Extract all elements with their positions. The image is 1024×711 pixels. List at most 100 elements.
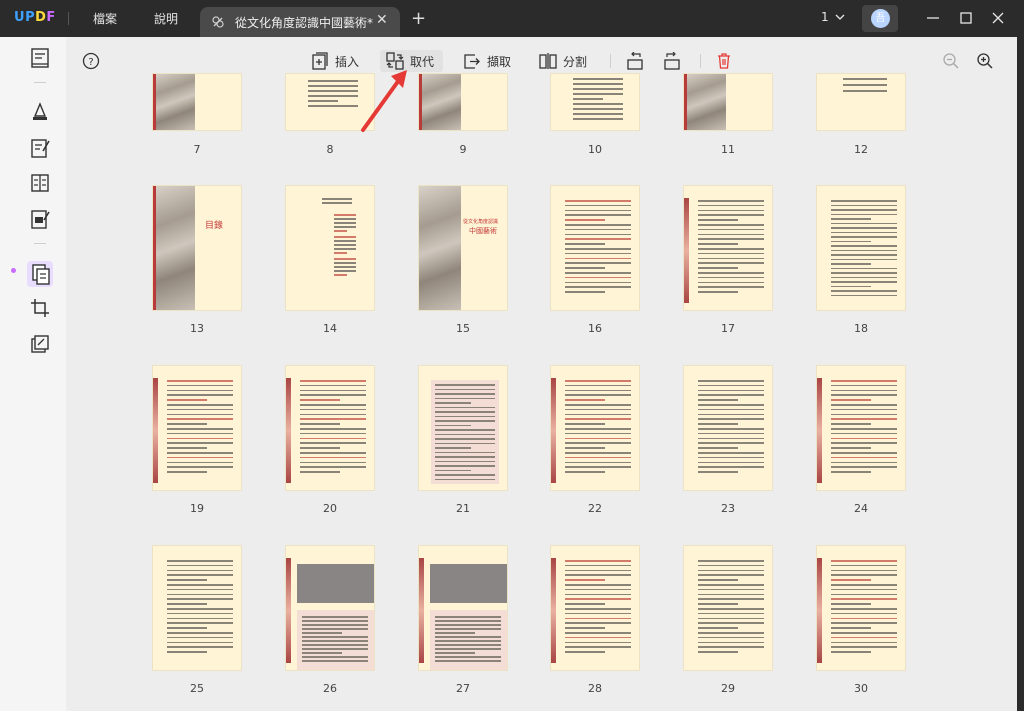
red-spine	[684, 74, 687, 130]
page-number-label: 25	[190, 682, 204, 695]
text-line	[300, 384, 366, 387]
text-line	[698, 603, 738, 605]
text-line	[565, 569, 631, 572]
extract-button[interactable]: 擷取	[463, 51, 518, 71]
page-thumbnail[interactable]: 從文化角度認識 中國藝術	[419, 186, 507, 310]
text-line	[565, 579, 605, 581]
trash-icon[interactable]	[715, 52, 733, 70]
form-icon[interactable]	[29, 172, 51, 194]
text-line	[698, 399, 738, 401]
text-line	[300, 418, 366, 420]
edit-pdf-icon[interactable]	[29, 137, 51, 159]
page-number-label: 11	[721, 143, 735, 156]
page-number-label: 10	[588, 143, 602, 156]
rotate-right-icon[interactable]	[663, 52, 681, 70]
page-thumbnail[interactable]	[551, 186, 639, 310]
tab-close-icon[interactable]: ✕	[376, 12, 388, 28]
page-indicator[interactable]: 1	[821, 10, 829, 24]
comment-highlighter-icon[interactable]	[29, 100, 51, 122]
page-thumbnail[interactable]	[286, 186, 374, 310]
maximize-icon[interactable]	[959, 11, 973, 25]
text-line	[565, 588, 631, 591]
text-line	[435, 652, 475, 654]
page-thumbnail[interactable]	[286, 366, 374, 490]
reader-icon[interactable]	[29, 47, 51, 69]
page-thumbnail[interactable]	[419, 546, 507, 670]
new-tab-icon[interactable]: +	[411, 8, 426, 29]
page-thumbnail[interactable]	[684, 546, 772, 670]
contents-title: 目錄	[205, 221, 224, 231]
chevron-down-icon[interactable]	[835, 12, 845, 22]
text-line	[300, 466, 366, 468]
menu-file[interactable]: 檔案	[93, 10, 117, 27]
text-line	[435, 616, 501, 618]
text-line	[698, 432, 764, 435]
page-thumbnail[interactable]	[817, 546, 905, 670]
crop-icon[interactable]	[29, 297, 51, 319]
page-thumbnail[interactable]: 目錄	[153, 186, 241, 310]
text-line	[302, 644, 368, 646]
text-line	[573, 108, 623, 110]
zoom-in-icon[interactable]	[976, 52, 994, 70]
document-link-icon	[212, 16, 224, 28]
page-thumbnail[interactable]	[684, 366, 772, 490]
text-line	[831, 204, 897, 206]
text-line	[334, 218, 356, 220]
zoom-out-icon[interactable]	[942, 52, 960, 70]
text-line	[435, 393, 495, 395]
page-thumbnail[interactable]	[551, 366, 639, 490]
organize-pages-icon[interactable]	[29, 263, 51, 285]
user-account[interactable]: 吾	[862, 5, 898, 32]
batch-tools-icon[interactable]	[29, 333, 51, 355]
page-thumbnail[interactable]	[153, 546, 241, 670]
text-line	[334, 236, 356, 238]
text-line	[435, 451, 495, 453]
text-line	[167, 466, 233, 468]
page-thumbnail[interactable]	[684, 74, 772, 130]
text-line	[435, 447, 471, 449]
page-thumbnail[interactable]	[419, 366, 507, 490]
text-line	[300, 447, 340, 449]
text-line	[831, 285, 871, 287]
help-icon[interactable]: ?	[82, 52, 100, 70]
page-thumbnail[interactable]	[153, 74, 241, 130]
page-thumbnail[interactable]	[551, 74, 639, 130]
text-line	[300, 428, 366, 430]
text-line	[698, 636, 764, 639]
page-thumbnail[interactable]	[817, 74, 905, 130]
text-line	[565, 267, 605, 269]
page-thumbnail[interactable]	[153, 366, 241, 490]
page-thumbnail[interactable]	[286, 546, 374, 670]
menu-help[interactable]: 說明	[154, 10, 178, 27]
text-line	[308, 95, 358, 97]
document-tab[interactable]: 從文化角度認識中國藝術* ✕	[200, 7, 400, 37]
page-thumbnail[interactable]	[684, 186, 772, 310]
text-line	[831, 627, 871, 629]
page-number-label: 7	[193, 143, 201, 156]
text-line	[831, 394, 897, 396]
text-line	[565, 636, 631, 639]
text-line	[698, 404, 764, 406]
text-line	[435, 644, 501, 646]
text-line	[565, 598, 631, 600]
text-line	[302, 624, 368, 626]
close-window-icon[interactable]	[991, 11, 1005, 25]
split-button[interactable]: 分割	[539, 51, 594, 71]
page-thumbnail[interactable]	[817, 186, 905, 310]
page-number-label: 26	[323, 682, 337, 695]
page-thumbnail[interactable]	[817, 366, 905, 490]
fill-sign-icon[interactable]	[29, 208, 51, 230]
text-line	[167, 636, 233, 639]
rotate-left-icon[interactable]	[626, 52, 644, 70]
text-line	[435, 656, 501, 658]
text-line	[334, 214, 356, 216]
text-line	[302, 652, 342, 654]
text-line	[698, 389, 764, 392]
page-thumbnail[interactable]	[551, 546, 639, 670]
text-line	[831, 432, 897, 435]
text-line	[698, 627, 738, 629]
text-line	[302, 640, 368, 642]
page-thumbnail[interactable]	[419, 74, 507, 130]
minimize-icon[interactable]	[926, 11, 940, 25]
text-line	[565, 252, 631, 255]
